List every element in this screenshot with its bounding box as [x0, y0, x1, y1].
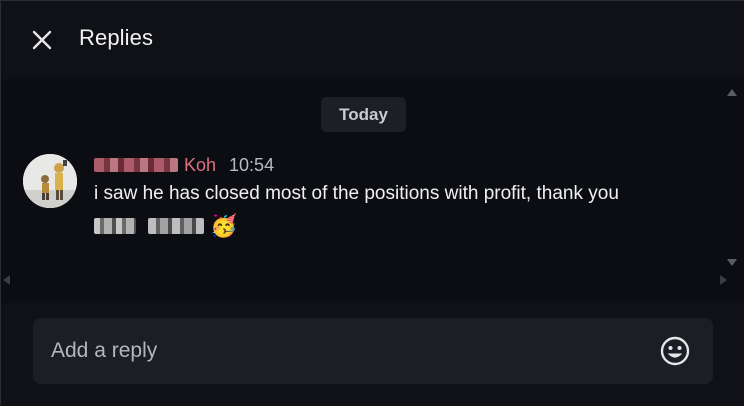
- date-divider: Today: [321, 97, 406, 132]
- message-body-line-2: 🥳: [94, 213, 237, 239]
- scroll-left-arrow-icon[interactable]: [3, 275, 10, 285]
- scroll-up-arrow-icon[interactable]: [727, 89, 737, 96]
- reply-composer: [1, 303, 744, 406]
- close-icon: [32, 30, 52, 50]
- panel-title: Replies: [79, 25, 154, 50]
- avatar-image: [23, 154, 77, 208]
- redacted-text: [148, 218, 204, 234]
- close-button[interactable]: [27, 25, 57, 55]
- reply-input[interactable]: [51, 318, 641, 384]
- replies-panel: Replies Today Koh 10:54 i saw he has clo…: [0, 0, 744, 406]
- author-name[interactable]: Koh: [184, 155, 216, 176]
- scroll-down-arrow-icon[interactable]: [727, 259, 737, 266]
- party-face-emoji-icon: 🥳: [210, 213, 238, 238]
- message-timestamp: 10:54: [229, 154, 275, 175]
- message-list[interactable]: Today Koh 10:54 i saw he has closed most: [1, 79, 744, 303]
- replies-header: Replies: [1, 1, 744, 79]
- emoji-button[interactable]: [659, 335, 691, 367]
- avatar[interactable]: [23, 154, 77, 208]
- reply-input-box[interactable]: [33, 318, 713, 384]
- redacted-text: [94, 218, 136, 234]
- smiley-icon: [660, 336, 690, 366]
- redacted-author-name: [94, 158, 178, 172]
- message-meta: Koh 10:54: [94, 154, 274, 176]
- message-body: i saw he has closed most of the position…: [94, 183, 619, 204]
- scroll-right-arrow-icon[interactable]: [720, 275, 727, 285]
